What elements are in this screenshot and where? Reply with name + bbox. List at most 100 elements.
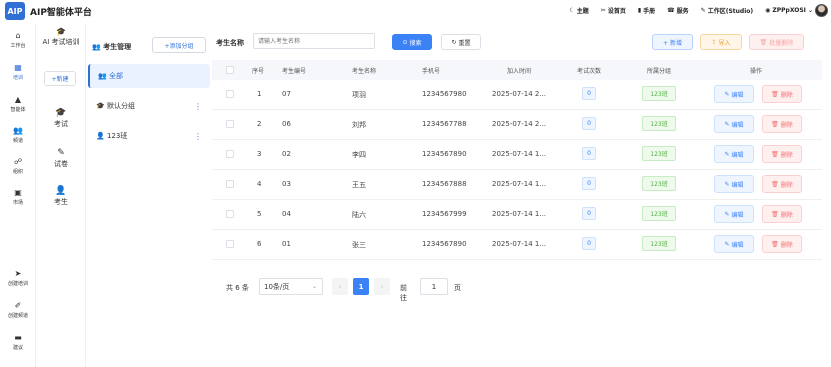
th-phone: 手机号: [422, 68, 441, 75]
edit-icon: ✎: [724, 240, 730, 248]
group-123[interactable]: 👤 123班 ⋮: [88, 124, 210, 148]
th-index: 序号: [252, 68, 265, 75]
row-checkbox[interactable]: [226, 150, 234, 158]
delete-button[interactable]: 🗑 删除: [762, 205, 802, 223]
nav-set-home[interactable]: ✂ 设首页: [601, 6, 626, 15]
delete-button[interactable]: 🗑 删除: [762, 115, 802, 133]
market-icon: ▣: [14, 188, 22, 197]
group-default[interactable]: 🎓 默认分组 ⋮: [88, 94, 210, 118]
cell-code: 02: [282, 150, 291, 158]
edit-button[interactable]: ✎ 编辑: [714, 205, 754, 223]
nav-theme[interactable]: ☾ 主题: [569, 6, 588, 15]
cell-name: 刘邦: [352, 121, 366, 129]
module-paper[interactable]: ✎ 试卷: [36, 148, 86, 169]
cell-name: 陆六: [352, 211, 366, 219]
cell-name: 张三: [352, 241, 366, 249]
refresh-icon: ↻: [451, 38, 457, 46]
prev-page-button[interactable]: ‹: [332, 278, 348, 295]
delete-button[interactable]: 🗑 删除: [762, 85, 802, 103]
nav-service[interactable]: ☎ 服务: [667, 6, 689, 15]
select-all-checkbox[interactable]: [226, 66, 234, 74]
search-icon: ⊙: [402, 38, 408, 46]
edit-button[interactable]: ✎ 编辑: [714, 85, 754, 103]
more-vertical-icon[interactable]: ⋮: [194, 102, 202, 111]
module-exam[interactable]: 🎓 考试: [36, 108, 86, 129]
module-student[interactable]: 👤 考生: [36, 186, 86, 207]
group-all[interactable]: 👥 全部: [88, 64, 210, 88]
app-title: AIP智能体平台: [30, 8, 92, 18]
row-checkbox[interactable]: [226, 210, 234, 218]
cell-index: 5: [257, 210, 262, 218]
table-header: 序号 考生编号 考生名称 手机号 加入时间 考试次数 所属分组 操作: [212, 60, 822, 80]
row-checkbox[interactable]: [226, 240, 234, 248]
rail-market[interactable]: ▣ 市场: [0, 188, 36, 207]
reset-button[interactable]: ↻ 重置: [441, 34, 481, 50]
th-count: 考试次数: [577, 68, 602, 75]
app-logo[interactable]: AIP: [5, 2, 25, 20]
group-panel: 👥 考生管理 +添加分组 👥 全部 🎓 默认分组 ⋮ 👤 123班 ⋮: [86, 24, 212, 367]
current-page-button[interactable]: 1: [353, 278, 369, 295]
send-icon: ➤: [14, 269, 22, 278]
cell-time: 2025-07-14 1...: [492, 180, 547, 188]
edit-icon: ✎: [724, 150, 730, 158]
tools-icon: ✂: [600, 7, 606, 14]
cell-index: 4: [257, 180, 262, 188]
top-bar: AIP AIP智能体平台 ☾ 主题 ✂ 设首页 ▮ 手册 ☎ 服务 ✎ 工作区(Studi…: [0, 0, 831, 24]
more-vertical-icon[interactable]: ⋮: [194, 132, 202, 141]
rail-create-training[interactable]: ➤ 创建培训: [0, 269, 36, 288]
search-button[interactable]: ⊙ 搜索: [392, 34, 432, 50]
avatar[interactable]: [815, 4, 828, 17]
edit-button[interactable]: ✎ 编辑: [714, 175, 754, 193]
exam-count-badge: 0: [582, 117, 596, 130]
nav-studio[interactable]: ✎ 工作区(Studio): [701, 6, 753, 15]
cell-phone: 1234567888: [422, 180, 467, 188]
row-checkbox[interactable]: [226, 180, 234, 188]
row-checkbox[interactable]: [226, 120, 234, 128]
edit-button[interactable]: ✎ 编辑: [714, 115, 754, 133]
rail-workbench[interactable]: ⌂ 工作台: [0, 32, 36, 50]
table-row: 4 03 王五 1234567888 2025-07-14 1... 0 123…: [212, 170, 822, 200]
batch-delete-button[interactable]: 🗑 批量删除: [749, 34, 804, 50]
trash-icon: 🗑: [771, 120, 779, 128]
import-button[interactable]: ⇪ 导入: [700, 34, 742, 50]
table-row: 6 01 张三 1234567890 2025-07-14 1... 0 123…: [212, 230, 822, 260]
exam-count-badge: 0: [582, 177, 596, 190]
next-page-button[interactable]: ›: [374, 278, 390, 295]
rail-suggest[interactable]: ▬ 建议: [0, 334, 36, 352]
trash-icon: 🗑: [771, 210, 779, 218]
row-checkbox[interactable]: [226, 90, 234, 98]
delete-button[interactable]: 🗑 删除: [762, 235, 802, 253]
student-icon: 👤: [55, 186, 67, 196]
table-row: 5 04 陆六 1234567999 2025-07-14 1... 0 123…: [212, 200, 822, 230]
delete-button[interactable]: 🗑 删除: [762, 145, 802, 163]
cell-index: 1: [257, 90, 262, 98]
add-group-button[interactable]: +添加分组: [152, 37, 206, 53]
edit-button[interactable]: ✎ 编辑: [714, 145, 754, 163]
nav-manual[interactable]: ▮ 手册: [638, 6, 655, 15]
rail-channel[interactable]: 👥 频道: [0, 127, 36, 145]
new-button[interactable]: +新建: [44, 71, 76, 86]
chevron-right-icon: ›: [380, 282, 384, 291]
rail-org[interactable]: ☍ 组织: [0, 157, 36, 176]
module-head: 🎓 AI 考试培训: [36, 27, 86, 47]
edit-icon: ✎: [724, 120, 730, 128]
cell-name: 项羽: [352, 91, 366, 99]
add-button[interactable]: + 新增: [652, 34, 693, 50]
page-size-select[interactable]: 10条/页 ⌄: [259, 278, 323, 295]
rail-agent[interactable]: ▲ 智能体: [0, 96, 36, 114]
goto-page-input[interactable]: 1: [420, 278, 448, 295]
group-badge: 123班: [642, 116, 676, 131]
org-icon: ☍: [13, 157, 23, 166]
th-group: 所属分组: [647, 68, 672, 75]
rail-training[interactable]: ▦ 培训: [0, 64, 36, 82]
delete-button[interactable]: 🗑 删除: [762, 175, 802, 193]
cell-code: 01: [282, 240, 291, 248]
edit-icon: ✎: [724, 210, 730, 218]
rail-create-channel[interactable]: ✐ 创建频道: [0, 302, 36, 320]
cell-time: 2025-07-14 1...: [492, 150, 547, 158]
student-name-input[interactable]: [253, 33, 375, 49]
book-icon: ▮: [637, 7, 642, 14]
nav-user[interactable]: ◉ ZPPpXOSI ⌄: [765, 7, 813, 14]
edit-button[interactable]: ✎ 编辑: [714, 235, 754, 253]
cell-index: 6: [257, 240, 262, 248]
